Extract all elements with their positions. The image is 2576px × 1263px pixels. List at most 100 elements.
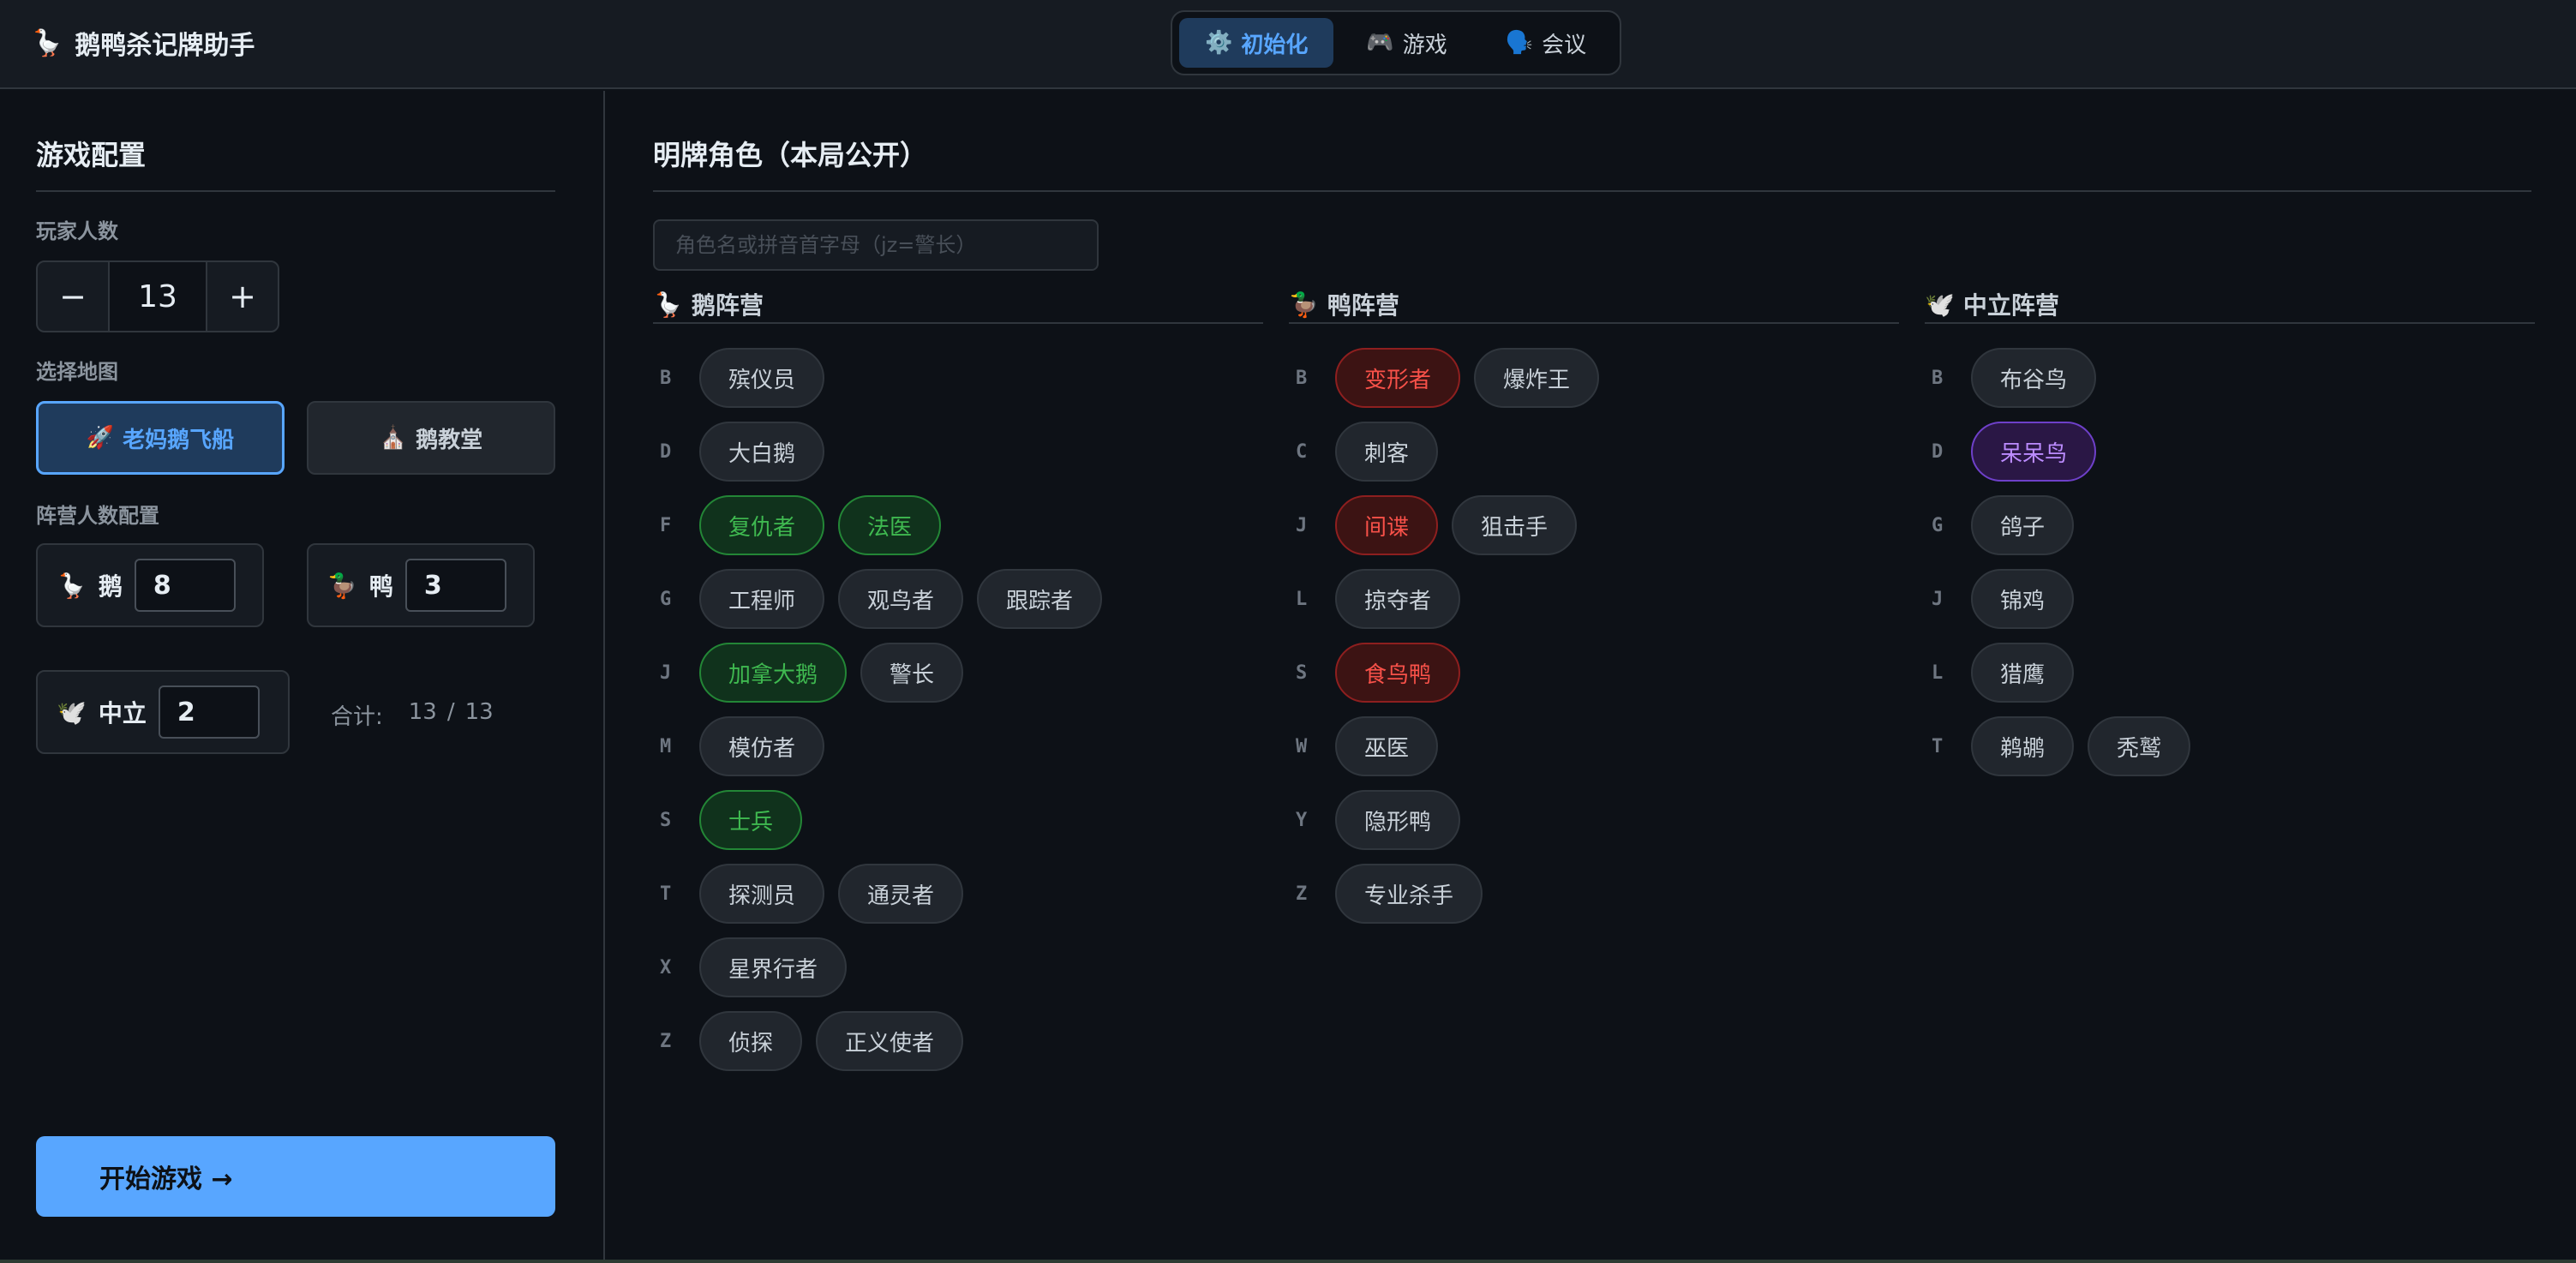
role-chip[interactable]: 巫医 bbox=[1335, 716, 1439, 776]
church-icon: ⛪ bbox=[379, 425, 408, 451]
role-chip[interactable]: 模仿者 bbox=[699, 716, 825, 776]
main-tabs: ⚙️ 初始化 🎮 游戏 🗣️ 会议 bbox=[1171, 10, 1621, 75]
neutral-count-input[interactable]: 2 bbox=[158, 685, 260, 739]
role-row: D 呆呆鸟 bbox=[1925, 415, 2535, 488]
role-chip[interactable]: 探测员 bbox=[699, 864, 825, 924]
total-label: 合计: bbox=[331, 704, 383, 730]
initial-letter: F bbox=[660, 514, 672, 536]
goose-count-input[interactable]: 8 bbox=[134, 559, 236, 612]
neutral-role-column: 🕊️ 中立阵营 B 布谷鸟 D 呆呆鸟 G 鸽子 J 锦鸡 L 猎鹰 T 鹈鹕 秃鹫 bbox=[1925, 286, 2535, 783]
goose-count-box: 🪿 鹅 8 bbox=[36, 543, 264, 627]
role-chip[interactable]: 侦探 bbox=[699, 1011, 803, 1071]
role-chip[interactable]: 法医 bbox=[838, 495, 942, 555]
role-row: Y 隐形鸭 bbox=[1289, 783, 1899, 857]
initial-letter: M bbox=[660, 735, 672, 757]
initial-letter: S bbox=[660, 809, 672, 831]
total-count: 合计: 13 / 13 bbox=[331, 699, 494, 731]
role-chip[interactable]: 跟踪者 bbox=[977, 569, 1103, 629]
role-chip[interactable]: 正义使者 bbox=[816, 1011, 964, 1071]
role-chip[interactable]: 专业杀手 bbox=[1335, 864, 1483, 924]
role-chip[interactable]: 士兵 bbox=[699, 790, 803, 850]
role-chip[interactable]: 星界行者 bbox=[699, 937, 848, 997]
map-option-spaceship[interactable]: 🚀 老妈鹅飞船 bbox=[36, 401, 285, 475]
duck-icon: 🦆 bbox=[1289, 290, 1319, 319]
config-sidebar: 游戏配置 玩家人数 − 13 + 选择地图 🚀 老妈鹅飞船 ⛪ 鹅教堂 阵营人数… bbox=[0, 91, 605, 1263]
duck-column-title: 鸭阵营 bbox=[1327, 291, 1399, 320]
initial-letter: G bbox=[660, 588, 672, 610]
tab-init[interactable]: ⚙️ 初始化 bbox=[1179, 18, 1334, 68]
tab-meeting-label: 会议 bbox=[1542, 32, 1587, 58]
role-chip[interactable]: 加拿大鹅 bbox=[699, 643, 848, 703]
initial-letter: J bbox=[1932, 588, 1944, 610]
public-roles-panel: 明牌角色（本局公开） 🪿 鹅阵营 B 殡仪员 D 大白鹅 F 复仇者法医 G 工程师观鸟者跟踪者 J… bbox=[607, 91, 2576, 1263]
sidebar-title: 游戏配置 bbox=[36, 139, 147, 171]
role-chip[interactable]: 狙击手 bbox=[1452, 495, 1578, 555]
role-row: B 布谷鸟 bbox=[1925, 341, 2535, 415]
role-chip[interactable]: 警长 bbox=[860, 643, 964, 703]
map-option-church[interactable]: ⛪ 鹅教堂 bbox=[307, 401, 555, 475]
role-chip[interactable]: 通灵者 bbox=[838, 864, 964, 924]
role-chip[interactable]: 刺客 bbox=[1335, 422, 1439, 482]
role-row: J 锦鸡 bbox=[1925, 562, 2535, 636]
goose-role-column: 🪿 鹅阵营 B 殡仪员 D 大白鹅 F 复仇者 法医 G 工程师 观鸟者 跟踪者 J 加拿大鹅 警长 M 模仿者 S… bbox=[653, 286, 1263, 1078]
map-option-label: 老妈鹅飞船 bbox=[123, 427, 235, 453]
role-row: M 模仿者 bbox=[653, 709, 1263, 783]
goose-icon: 🪿 bbox=[57, 571, 87, 600]
tab-init-label: 初始化 bbox=[1241, 32, 1309, 58]
role-chip[interactable]: 殡仪员 bbox=[699, 348, 825, 408]
role-chip[interactable]: 大白鹅 bbox=[699, 422, 825, 482]
neutral-count-box: 🕊️ 中立 2 bbox=[36, 670, 290, 754]
role-chip[interactable]: 鹈鹕 bbox=[1971, 716, 2075, 776]
role-chip[interactable]: 隐形鸭 bbox=[1335, 790, 1461, 850]
tab-game[interactable]: 🎮 游戏 bbox=[1340, 18, 1472, 68]
role-row: L 猎鹰 bbox=[1925, 636, 2535, 709]
initial-letter: D bbox=[1932, 440, 1944, 463]
role-row: T 鹈鹕 秃鹫 bbox=[1925, 709, 2535, 783]
role-row: B 变形者 爆炸王 bbox=[1289, 341, 1899, 415]
neutral-column-title: 中立阵营 bbox=[1962, 291, 2059, 320]
gear-icon: ⚙️ bbox=[1205, 30, 1233, 56]
start-game-button[interactable]: 开始游戏 → bbox=[36, 1136, 555, 1217]
role-chip[interactable]: 爆炸王 bbox=[1474, 348, 1600, 408]
role-chip[interactable]: 鸽子 bbox=[1971, 495, 2075, 555]
initial-letter: J bbox=[660, 661, 672, 684]
role-chip[interactable]: 布谷鸟 bbox=[1971, 348, 2097, 408]
role-chip[interactable]: 食鸟鸭 bbox=[1335, 643, 1461, 703]
role-chip[interactable]: 复仇者 bbox=[699, 495, 825, 555]
goose-count-label: 鹅 bbox=[98, 572, 123, 601]
role-chip[interactable]: 变形者 bbox=[1335, 348, 1461, 408]
increment-button[interactable]: + bbox=[207, 262, 278, 331]
player-count-stepper: − 13 + bbox=[36, 260, 279, 332]
neutral-column-header: 🕊️ 中立阵营 bbox=[1925, 286, 2535, 324]
role-chip[interactable]: 工程师 bbox=[699, 569, 825, 629]
initial-letter: Z bbox=[660, 1030, 672, 1052]
role-chip[interactable]: 锦鸡 bbox=[1971, 569, 2075, 629]
map-label: 选择地图 bbox=[36, 360, 118, 384]
role-chip[interactable]: 呆呆鸟 bbox=[1971, 422, 2097, 482]
dove-icon: 🕊️ bbox=[57, 697, 87, 727]
total-max: 13 bbox=[464, 699, 494, 725]
role-chip[interactable]: 秃鹫 bbox=[2088, 716, 2191, 776]
initial-letter: T bbox=[660, 883, 672, 905]
role-chip[interactable]: 掠夺者 bbox=[1335, 569, 1461, 629]
player-count-value[interactable]: 13 bbox=[108, 262, 207, 331]
tab-meeting[interactable]: 🗣️ 会议 bbox=[1480, 18, 1612, 68]
initial-letter: Y bbox=[1296, 809, 1308, 831]
duck-icon: 🦆 bbox=[327, 571, 357, 600]
initial-letter: L bbox=[1932, 661, 1944, 684]
rocket-icon: 🚀 bbox=[86, 425, 115, 451]
role-chip[interactable]: 猎鹰 bbox=[1971, 643, 2075, 703]
decrement-button[interactable]: − bbox=[38, 262, 108, 331]
total-current: 13 bbox=[408, 699, 437, 725]
role-chip[interactable]: 观鸟者 bbox=[838, 569, 964, 629]
goose-icon: 🪿 bbox=[653, 290, 683, 319]
app-title-text: 鹅鸭杀记牌助手 bbox=[75, 31, 255, 61]
role-row: G 工程师 观鸟者 跟踪者 bbox=[653, 562, 1263, 636]
role-chip[interactable]: 间谍 bbox=[1335, 495, 1439, 555]
total-separator: / bbox=[446, 699, 455, 725]
duck-count-input[interactable]: 3 bbox=[404, 559, 506, 612]
role-search-input[interactable] bbox=[653, 219, 1099, 271]
neutral-count-label: 中立 bbox=[98, 699, 147, 727]
duck-count-box: 🦆 鸭 3 bbox=[307, 543, 535, 627]
speaking-head-icon: 🗣️ bbox=[1505, 30, 1534, 56]
